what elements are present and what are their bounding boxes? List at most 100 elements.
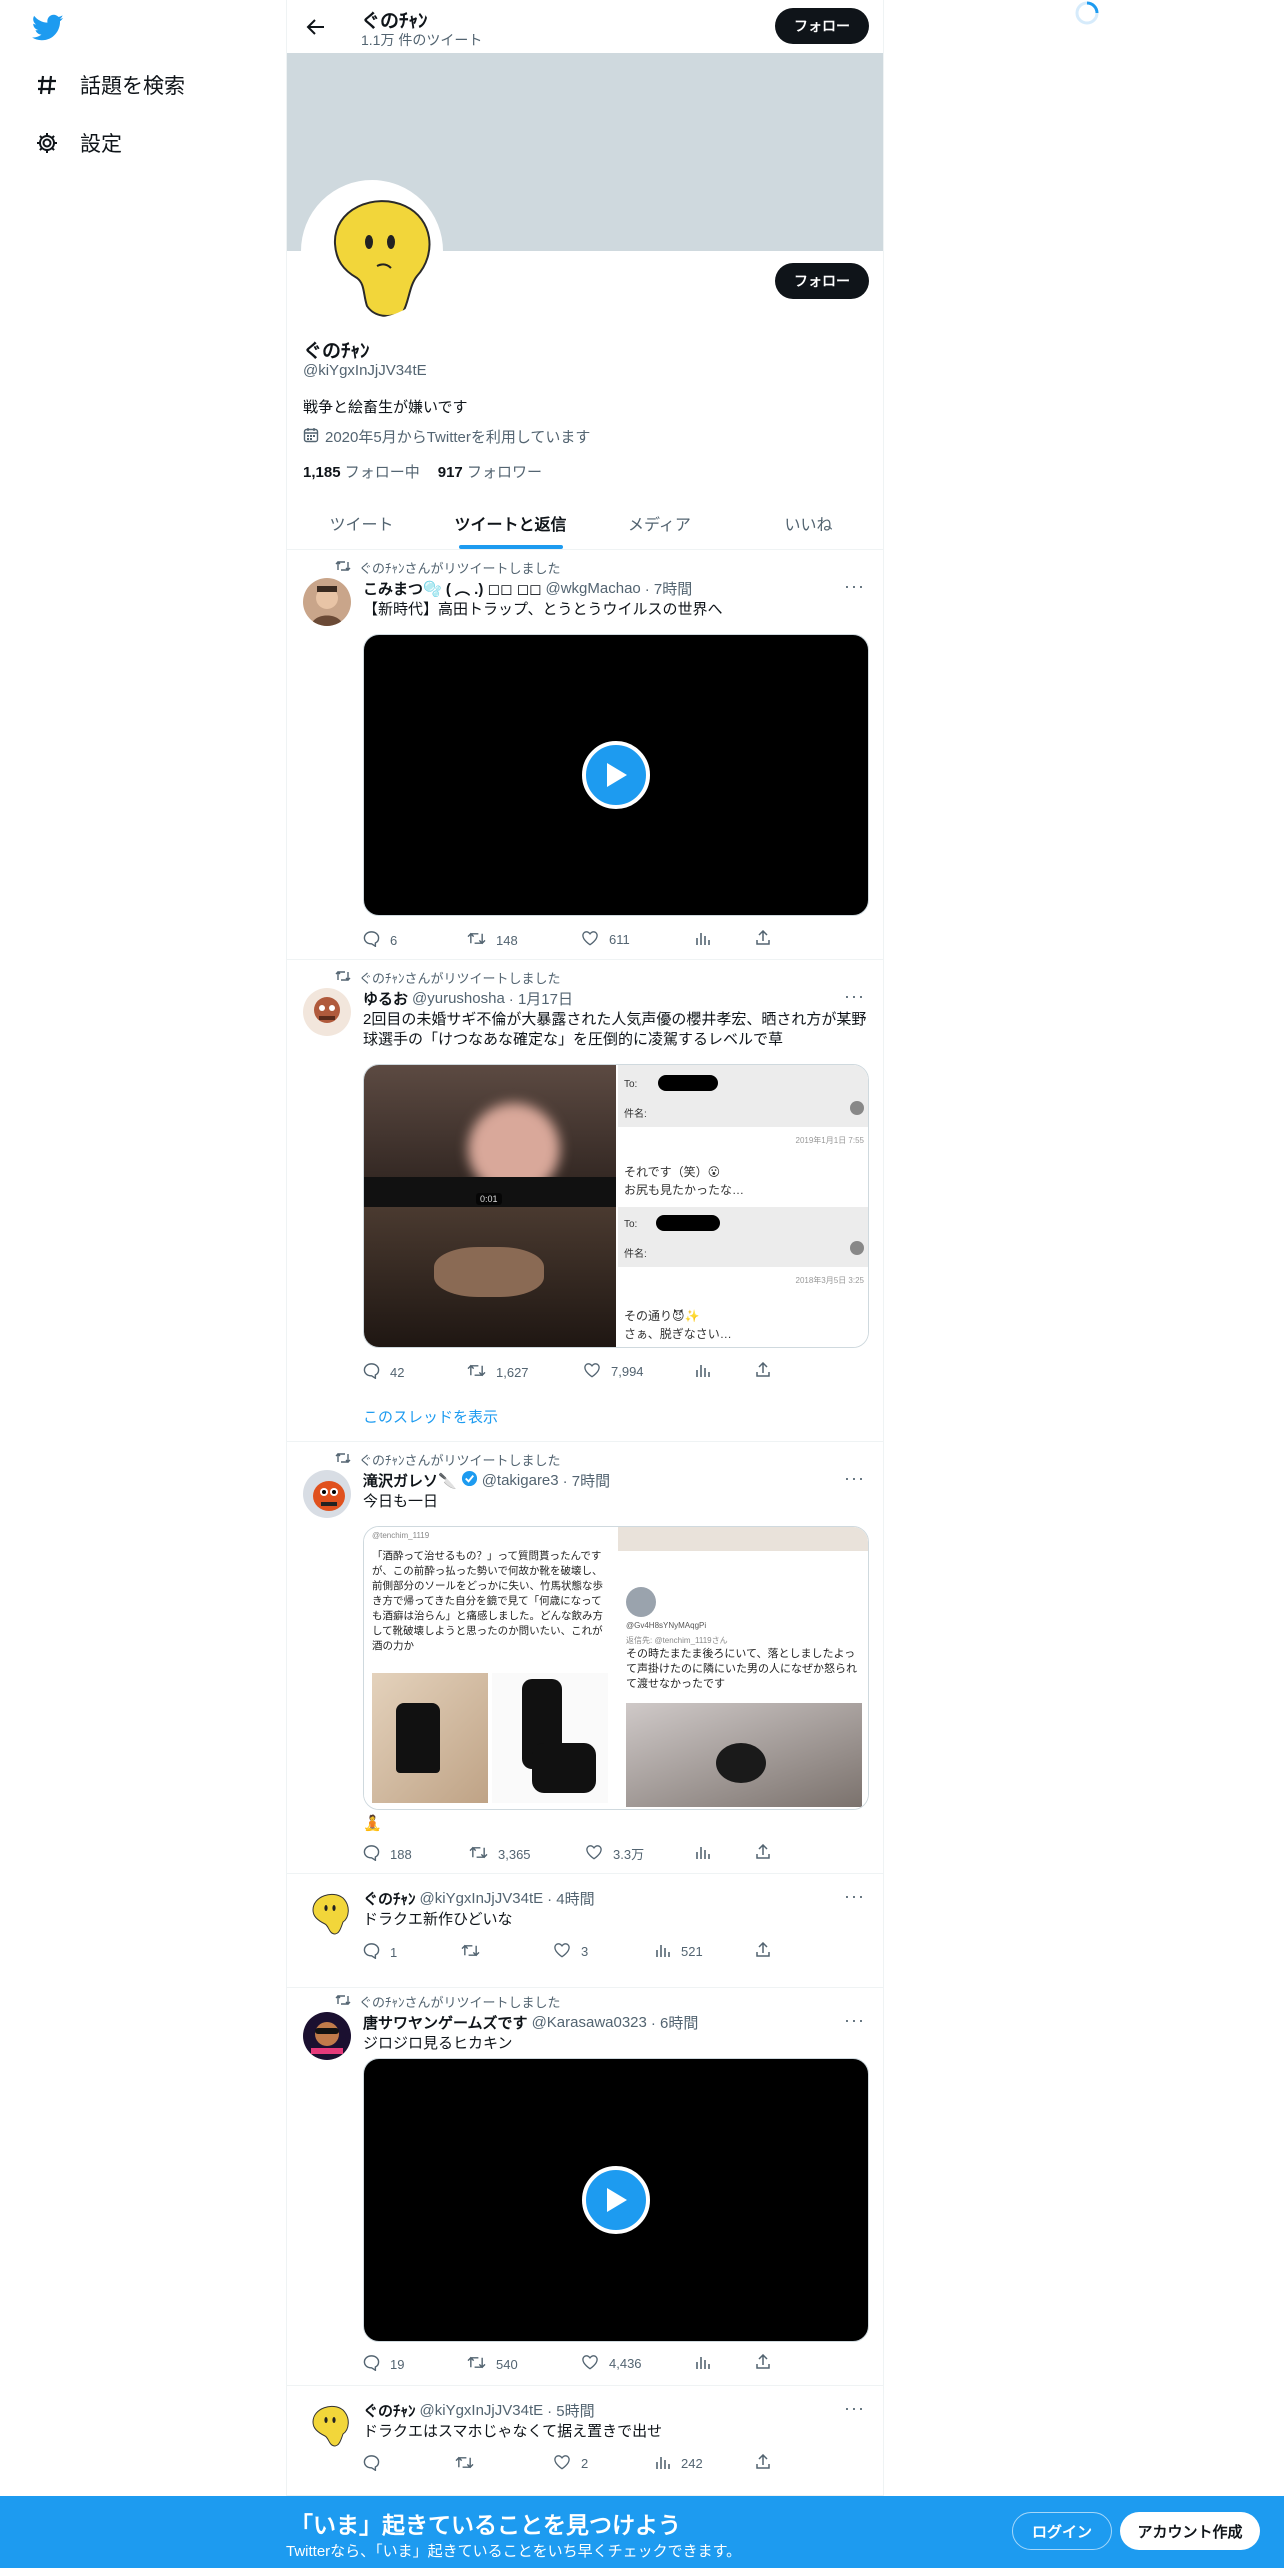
reply-icon (363, 1844, 380, 1864)
reply-button[interactable]: 19 (363, 2354, 404, 2374)
share-button[interactable] (755, 1941, 771, 1961)
like-button[interactable]: 2 (553, 2454, 588, 2473)
author-name[interactable]: 滝沢ガレソ🔪 (363, 1470, 457, 1491)
show-thread-link[interactable]: このスレッドを表示 (363, 1406, 498, 1427)
like-button[interactable]: 3 (553, 1942, 588, 1961)
author-handle[interactable]: @kiYgxInJjJV34tE (420, 2402, 544, 2419)
back-arrow-icon[interactable] (301, 12, 331, 42)
share-icon (755, 929, 771, 949)
author-handle[interactable]: @takigare3 (482, 1472, 559, 1489)
profile-follow-button[interactable]: フォロー (775, 263, 869, 299)
tweet-time[interactable]: · 4時間 (547, 1888, 595, 1909)
like-button[interactable]: 611 (581, 930, 630, 949)
header-follow-button[interactable]: フォロー (775, 8, 869, 44)
like-button[interactable]: 4,436 (581, 2354, 642, 2373)
views-button[interactable] (695, 1844, 721, 1863)
profile-avatar[interactable] (301, 180, 443, 322)
more-icon[interactable]: ··· (844, 2010, 865, 2031)
play-icon[interactable] (582, 741, 650, 809)
reply-button[interactable] (363, 2454, 390, 2474)
share-button[interactable] (755, 2353, 771, 2373)
tweet-video[interactable] (363, 2058, 869, 2342)
tweet[interactable]: ぐのﾁｬﾝさんがリツイートしました ゆるお @yurushosha · 1月17… (287, 960, 883, 1442)
verified-badge-icon (461, 1470, 478, 1491)
tweet-time[interactable]: · 5時間 (547, 2400, 595, 2421)
like-button[interactable]: 3.3万 (585, 1844, 644, 1863)
author-handle[interactable]: @Karasawa0323 (532, 2014, 647, 2031)
author-name[interactable]: こみまつ🫧 ( ︵ .) ◻︎◻︎ ◻︎◻︎ (363, 578, 541, 599)
play-icon[interactable] (582, 2166, 650, 2234)
author-handle[interactable]: @yurushosha (412, 990, 505, 1007)
avatar[interactable] (303, 2400, 351, 2448)
tweet-time[interactable]: · 7時間 (645, 578, 693, 599)
reply-button[interactable]: 188 (363, 1844, 412, 1864)
reply-button[interactable]: 1 (363, 1942, 397, 1962)
share-button[interactable] (755, 2453, 771, 2473)
share-button[interactable] (755, 1843, 771, 1863)
nav-explore[interactable]: 話題を検索 (34, 70, 185, 100)
signup-button[interactable]: アカウント作成 (1120, 2512, 1260, 2550)
profile-timeline: ぐのﾁｬﾝ 1.1万 件のツイート フォロー フォロー ぐのﾁｬﾝ @kiYgx… (286, 0, 884, 2568)
like-count: 3 (581, 1944, 589, 1959)
tweet-image[interactable]: 0:01 To: 件名: 2019年1月1日 7:55 それです（笑）😮 お尻も… (363, 1064, 869, 1348)
tweet[interactable]: ぐのﾁｬﾝさんがリツイートしました こみまつ🫧 ( ︵ .) ◻︎◻︎ ◻︎◻︎… (287, 550, 883, 960)
retweet-button[interactable] (461, 1942, 490, 1962)
following-link[interactable]: 1,185 フォロー中 (303, 461, 420, 482)
share-button[interactable] (755, 929, 771, 949)
retweet-button[interactable]: 1,627 (467, 1362, 529, 1382)
reply-button[interactable]: 42 (363, 1362, 404, 1382)
tab-likes[interactable]: いいね (734, 497, 883, 549)
avatar[interactable] (303, 1888, 351, 1936)
more-icon[interactable]: ··· (844, 576, 865, 597)
retweet-button[interactable]: 540 (467, 2354, 518, 2374)
views-button[interactable] (695, 1362, 721, 1381)
tweet-time[interactable]: · 1月17日 (509, 988, 573, 1009)
author-name[interactable]: ぐのﾁｬﾝ (363, 1888, 416, 1909)
more-icon[interactable]: ··· (844, 1468, 865, 1489)
tweet[interactable]: ぐのﾁｬﾝさんがリツイートしました 滝沢ガレソ🔪 @takigare3 · 7時… (287, 1442, 883, 1874)
author-name[interactable]: ゆるお (363, 988, 408, 1009)
nav-settings[interactable]: 設定 (34, 128, 122, 158)
mail2-body1: その通り😈✨ (624, 1309, 700, 1323)
retweet-indicator: ぐのﾁｬﾝさんがリツイートしました (335, 1992, 561, 2011)
mail2-body2: さぁ、脱ぎなさい… (624, 1327, 732, 1341)
reply-button[interactable]: 6 (363, 930, 397, 950)
avatar[interactable] (303, 988, 351, 1036)
retweet-button[interactable] (455, 2454, 484, 2474)
avatar[interactable] (303, 578, 351, 626)
twitter-logo-icon[interactable] (31, 14, 64, 46)
login-button[interactable]: ログイン (1012, 2512, 1112, 2550)
author-name[interactable]: ぐのﾁｬﾝ (363, 2400, 416, 2421)
author-handle[interactable]: @kiYgxInJjJV34tE (420, 1890, 544, 1907)
share-button[interactable] (755, 1361, 771, 1381)
more-icon[interactable]: ··· (844, 986, 865, 1007)
views-button[interactable] (695, 2354, 721, 2373)
views-button[interactable]: 521 (655, 1942, 703, 1961)
tweet-text-emoji: 🧘 (363, 1815, 382, 1832)
tweet-time[interactable]: · 6時間 (651, 2012, 699, 2033)
tab-media[interactable]: メディア (585, 497, 734, 549)
tab-tweets-and-replies[interactable]: ツイートと返信 (436, 497, 585, 549)
tweet-image[interactable]: @tenchim_1119 「酒酔って治せるもの？」って質問貰ったんですが、この… (363, 1526, 869, 1810)
tweet[interactable]: ぐのﾁｬﾝ @kiYgxInJjJV34tE · 5時間 ··· ドラクエはスマ… (287, 2386, 883, 2496)
author-handle[interactable]: @wkgMachao (545, 580, 640, 597)
tweet[interactable]: ぐのﾁｬﾝ @kiYgxInJjJV34tE · 4時間 ··· ドラクエ新作ひ… (287, 1874, 883, 1988)
tab-tweets[interactable]: ツイート (287, 497, 436, 549)
tweet-text: 今日も一日 (363, 1493, 439, 1510)
avatar[interactable] (303, 1470, 351, 1518)
retweet-button[interactable]: 148 (467, 930, 518, 950)
retweet-button[interactable]: 3,365 (469, 1844, 531, 1864)
tweet-header: こみまつ🫧 ( ︵ .) ◻︎◻︎ ◻︎◻︎ @wkgMachao · 7時間 (363, 578, 692, 599)
author-name[interactable]: 唐サワヤンゲームズです (363, 2012, 528, 2033)
avatar[interactable] (303, 2012, 351, 2060)
retweet-label: ぐのﾁｬﾝさんがリツイートしました (359, 971, 561, 986)
tweet-video[interactable] (363, 634, 869, 916)
like-button[interactable]: 7,994 (583, 1362, 644, 1381)
more-icon[interactable]: ··· (844, 2398, 865, 2419)
views-button[interactable]: 242 (655, 2454, 703, 2473)
tweet-time[interactable]: · 7時間 (563, 1470, 611, 1491)
more-icon[interactable]: ··· (844, 1886, 865, 1907)
tweet[interactable]: ぐのﾁｬﾝさんがリツイートしました 唐サワヤンゲームズです @Karasawa0… (287, 1988, 883, 2386)
followers-link[interactable]: 917 フォロワー (438, 461, 542, 482)
views-button[interactable] (695, 930, 721, 949)
